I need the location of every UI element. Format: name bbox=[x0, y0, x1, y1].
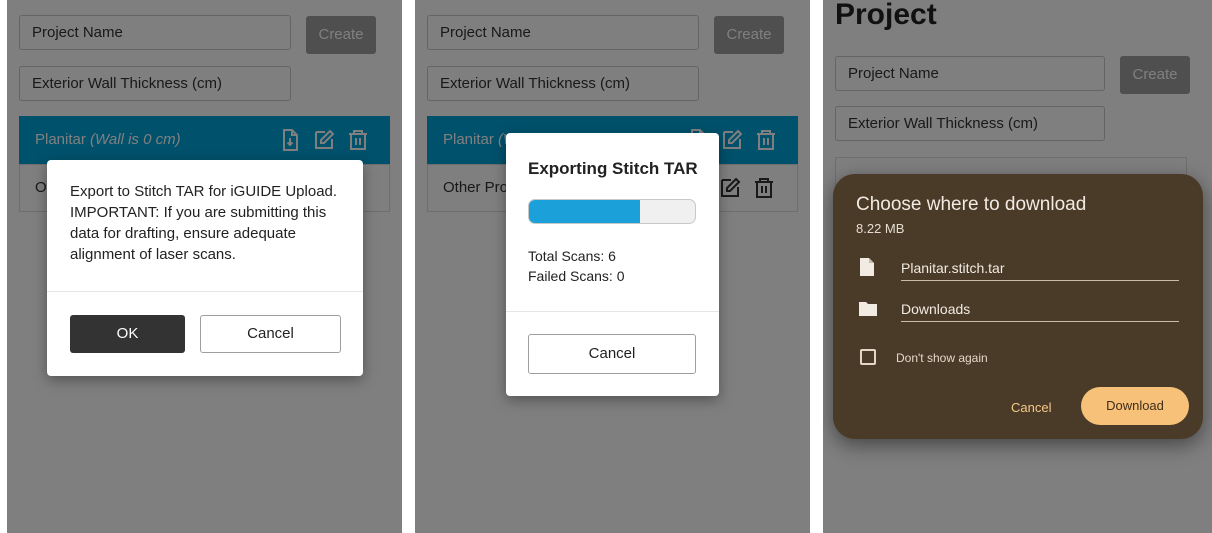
folder-icon bbox=[859, 302, 877, 316]
failed-scans: Failed Scans: 0 bbox=[528, 268, 625, 284]
scan-stats: Total Scans: 6 Failed Scans: 0 bbox=[528, 246, 625, 286]
export-confirm-dialog: Export to Stitch TAR for iGUIDE Upload. … bbox=[47, 160, 363, 376]
divider bbox=[506, 311, 719, 312]
file-size: 8.22 MB bbox=[856, 221, 905, 236]
cancel-button[interactable]: Cancel bbox=[200, 315, 341, 353]
export-progress-dialog: Exporting Stitch TAR Total Scans: 6 Fail… bbox=[506, 133, 719, 396]
dialog-message: Export to Stitch TAR for iGUIDE Upload. … bbox=[70, 183, 338, 263]
dialog-title: Choose where to download bbox=[856, 194, 1087, 215]
total-scans: Total Scans: 6 bbox=[528, 248, 616, 264]
download-location-dialog: Choose where to download 8.22 MB Planita… bbox=[833, 174, 1203, 439]
download-button[interactable]: Download bbox=[1081, 387, 1189, 425]
file-name-field[interactable]: Planitar.stitch.tar bbox=[901, 260, 1179, 281]
ok-button[interactable]: OK bbox=[70, 315, 185, 353]
cancel-button[interactable]: Cancel bbox=[1011, 400, 1051, 415]
export-progress-bar bbox=[528, 199, 696, 224]
dont-show-again-checkbox[interactable] bbox=[860, 349, 876, 365]
dont-show-again-label: Don't show again bbox=[896, 351, 988, 365]
panel-export-progress: Project Name Create Exterior Wall Thickn… bbox=[415, 0, 810, 533]
folder-field[interactable]: Downloads bbox=[901, 301, 1179, 322]
divider bbox=[47, 291, 363, 292]
panel-export-confirm: Project Name Create Exterior Wall Thickn… bbox=[7, 0, 402, 533]
progress-fill bbox=[529, 200, 641, 223]
cancel-button[interactable]: Cancel bbox=[528, 334, 696, 374]
dialog-title: Exporting Stitch TAR bbox=[528, 159, 698, 178]
file-icon bbox=[860, 258, 874, 276]
panel-android-download: Project Project Name Create Exterior Wal… bbox=[823, 0, 1212, 533]
